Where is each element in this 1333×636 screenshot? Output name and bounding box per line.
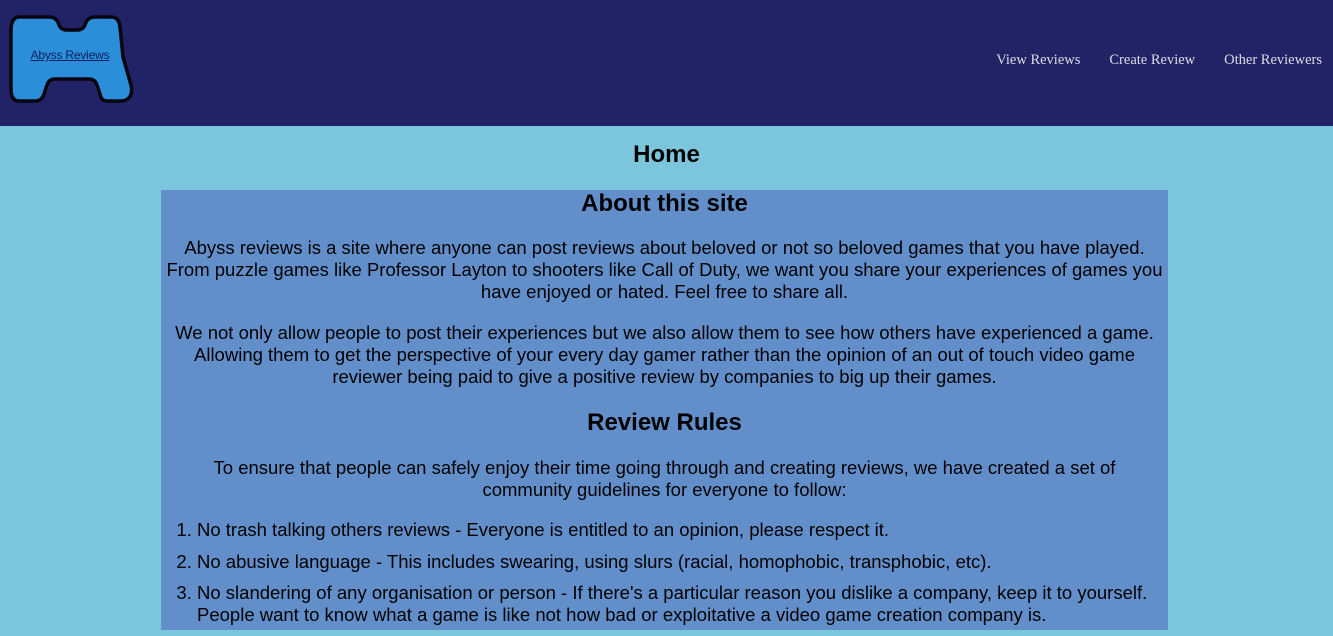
- page-title: Home: [633, 141, 700, 168]
- about-paragraph-2: We not only allow people to post their e…: [175, 322, 1154, 387]
- rule-item: No slandering of any organisation or per…: [197, 582, 1168, 626]
- about-paragraph-1: Abyss reviews is a site where anyone can…: [166, 237, 1163, 302]
- about-heading: About this site: [581, 190, 748, 217]
- nav-view-reviews[interactable]: View Reviews: [996, 52, 1080, 69]
- nav-create-review[interactable]: Create Review: [1109, 52, 1195, 69]
- rules-intro: To ensure that people can safely enjoy t…: [213, 457, 1116, 500]
- rule-item: No trash talking others reviews - Everyo…: [197, 519, 1168, 541]
- site-logo[interactable]: Abyss Reviews: [9, 15, 135, 105]
- rules-heading: Review Rules: [587, 409, 742, 436]
- site-header: Abyss Reviews View Reviews Create Review…: [0, 0, 1333, 126]
- content-panel: About this site Abyss reviews is a site …: [161, 190, 1168, 630]
- logo-text[interactable]: Abyss Reviews: [29, 48, 111, 62]
- rule-item: No abusive language - This includes swea…: [197, 551, 1168, 573]
- main-nav: View Reviews Create Review Other Reviewe…: [996, 52, 1322, 69]
- nav-other-reviewers[interactable]: Other Reviewers: [1224, 52, 1322, 69]
- rules-list: No trash talking others reviews - Everyo…: [161, 519, 1168, 636]
